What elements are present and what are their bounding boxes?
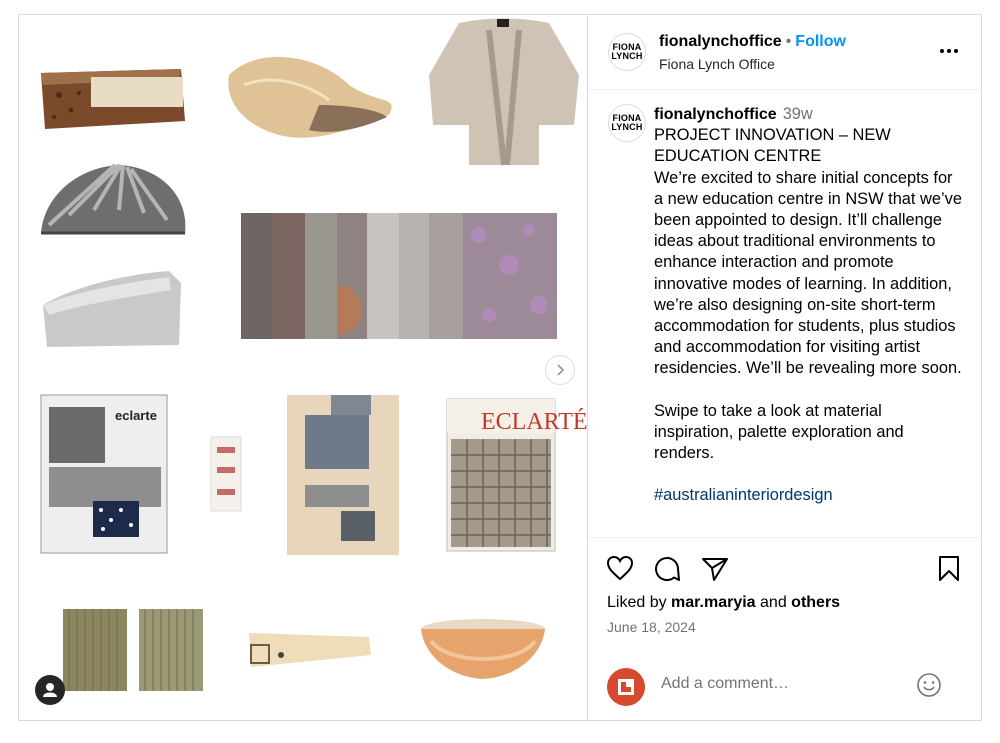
- follow-button[interactable]: Follow: [795, 33, 846, 50]
- like-button[interactable]: [606, 555, 634, 586]
- post-actions: Liked by mar.maryia and others June 18, …: [588, 537, 981, 721]
- moodboard-image: eclarte ECLARTÉ: [40, 18, 587, 691]
- comment-bar: [588, 660, 981, 721]
- profile-avatar[interactable]: FIONA LYNCH: [608, 33, 646, 71]
- cork-block: [41, 69, 185, 129]
- caption-body-2: Swipe to take a look at material inspira…: [654, 401, 904, 463]
- bookmark-icon: [939, 556, 959, 581]
- caption-area: FIONA LYNCH fionalynchoffice 39w PROJECT …: [588, 90, 981, 537]
- svg-text:ECLARTÉ: ECLARTÉ: [481, 409, 587, 435]
- caption-body: We’re excited to share initial concepts …: [654, 168, 962, 378]
- post-side-panel: FIONA LYNCH fionalynchoffice • Follow Fion…: [587, 15, 981, 720]
- liked-by-others[interactable]: others: [791, 594, 840, 611]
- post-date[interactable]: June 18, 2024: [607, 619, 696, 635]
- fabric-swatches: [241, 213, 557, 339]
- aluminium-block: [43, 271, 181, 347]
- metal-fan: [41, 163, 186, 235]
- current-user-avatar[interactable]: [607, 668, 645, 706]
- wool-tuft: [228, 56, 392, 138]
- emoji-icon: [917, 673, 941, 697]
- caption-text: fionalynchoffice 39w PROJECT INNOVATION –…: [654, 104, 964, 506]
- liked-by-prefix: Liked by: [607, 594, 667, 611]
- header-username[interactable]: fionalynchoffice: [659, 33, 782, 50]
- orange-bowl: [421, 619, 545, 679]
- header-subtitle[interactable]: Fiona Lynch Office: [659, 56, 775, 72]
- liked-by-user[interactable]: mar.maryia: [671, 594, 756, 611]
- knit-cardigan: [429, 18, 579, 166]
- small-label: [210, 436, 242, 512]
- emoji-button[interactable]: [916, 672, 942, 703]
- save-button[interactable]: [937, 555, 961, 588]
- share-icon: [702, 558, 728, 581]
- tagged-users-button[interactable]: [35, 675, 65, 705]
- eclarte-sample-card: ECLARTÉ: [446, 398, 587, 552]
- comment-input[interactable]: [659, 674, 913, 694]
- caption-time[interactable]: 39w: [783, 105, 813, 123]
- user-avatar-icon: [618, 679, 634, 695]
- comment-icon: [655, 557, 680, 581]
- likes-summary: Liked by mar.maryia and others: [607, 594, 840, 612]
- heart-icon: [606, 555, 634, 581]
- caption-hashtag[interactable]: #australianinteriordesign: [654, 485, 964, 506]
- post-header: FIONA LYNCH fionalynchoffice • Follow Fion…: [588, 15, 981, 90]
- header-name-row: fionalynchoffice • Follow: [659, 33, 846, 51]
- next-image-button[interactable]: [545, 355, 575, 385]
- caption-avatar[interactable]: FIONA LYNCH: [608, 104, 646, 142]
- post-media[interactable]: eclarte ECLARTÉ: [19, 15, 587, 720]
- chevron-right-icon: [557, 364, 565, 376]
- resin-belt: [249, 633, 371, 667]
- caption-spacer-2: [654, 464, 964, 485]
- pattern-collage: [287, 395, 399, 555]
- more-horizontal-icon: [940, 49, 958, 53]
- share-button[interactable]: [701, 556, 729, 587]
- caption-spacer: [654, 380, 964, 401]
- user-tag-icon: [43, 683, 57, 697]
- post-container: eclarte ECLARTÉ FIONA LYNCH fionalynchof…: [18, 14, 982, 721]
- woven-green-panels: [63, 609, 203, 691]
- caption-username[interactable]: fionalynchoffice: [654, 106, 777, 123]
- comment-button[interactable]: [653, 555, 681, 588]
- caption-title: PROJECT INNOVATION – NEW EDUCATION CENTR…: [654, 126, 891, 166]
- separator-dot: •: [785, 33, 792, 50]
- more-options-button[interactable]: [939, 37, 959, 60]
- liked-by-and: and: [760, 594, 787, 611]
- eclarte-magazine: eclarte: [40, 394, 168, 554]
- svg-text:eclarte: eclarte: [115, 408, 157, 423]
